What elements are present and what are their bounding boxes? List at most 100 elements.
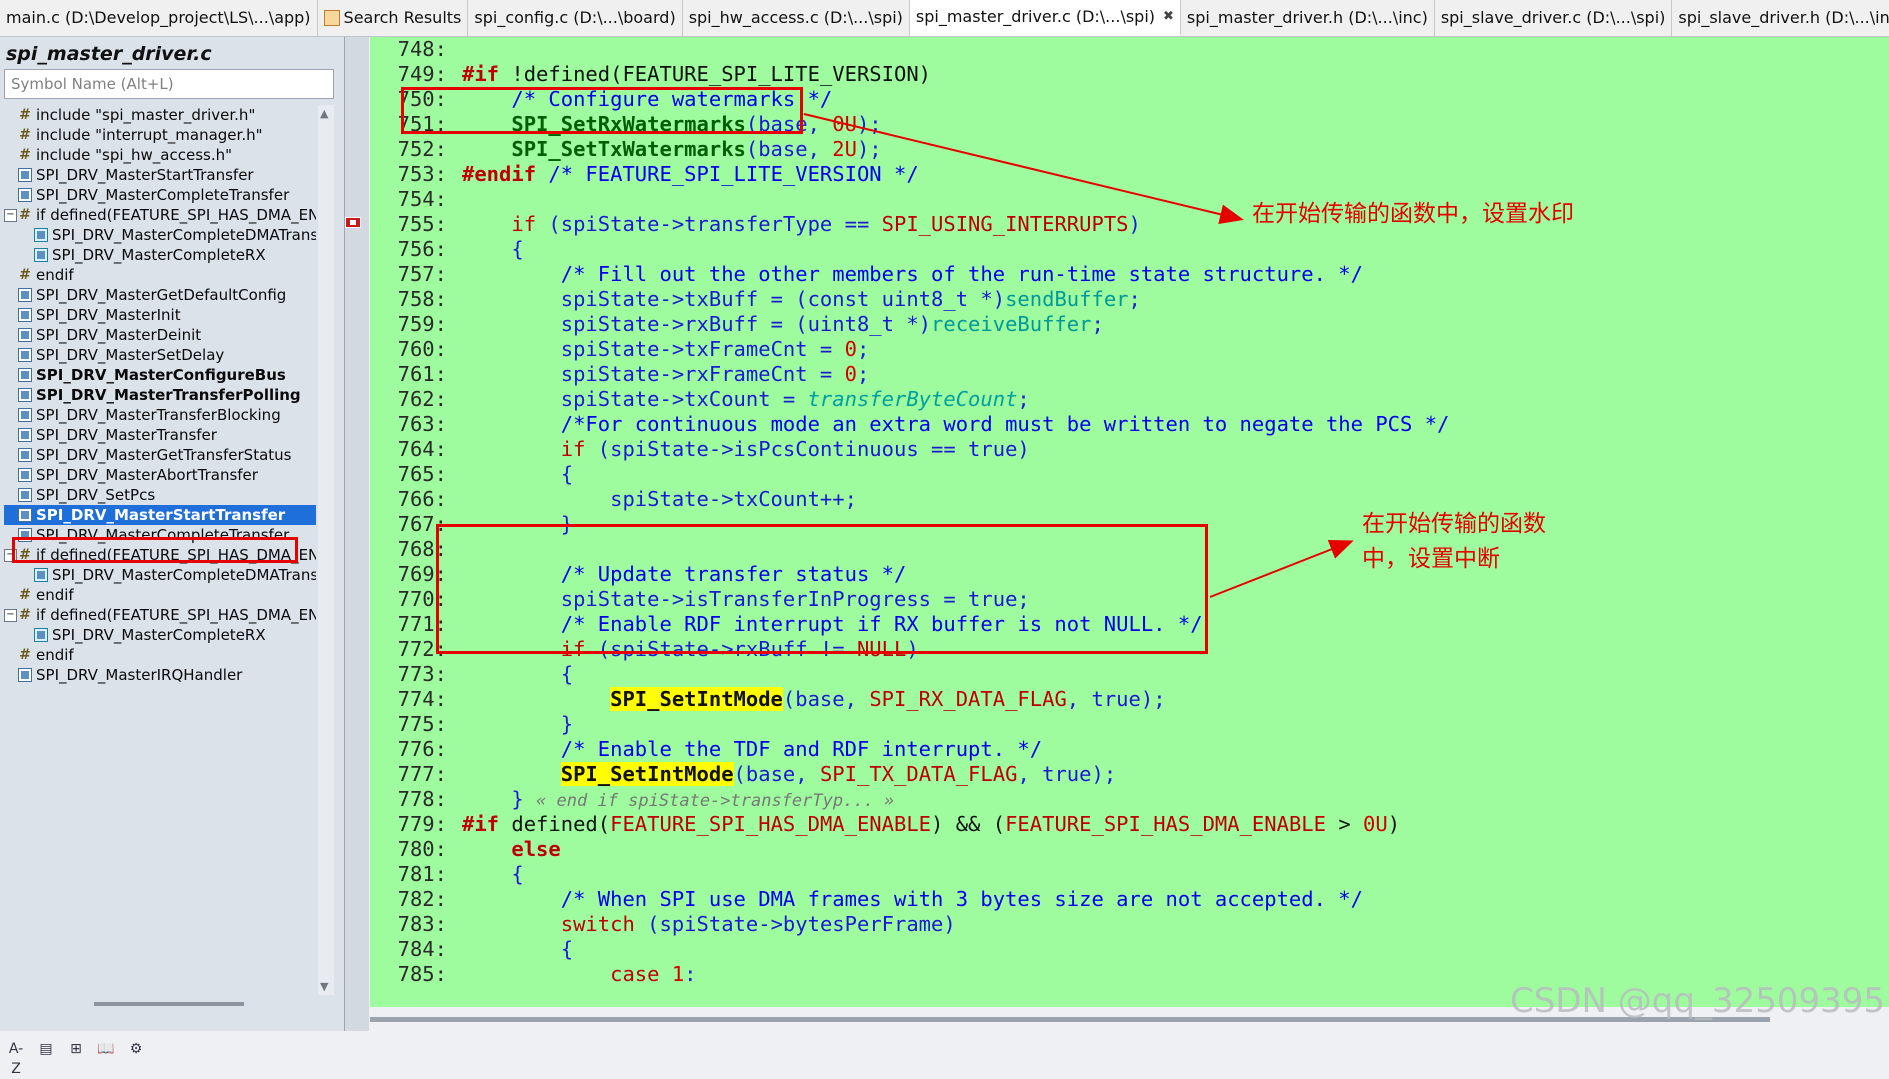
symbol-item[interactable]: # include "spi_hw_access.h" (4, 145, 316, 165)
book-icon[interactable]: 📖 (96, 1039, 116, 1059)
tab-label: spi_slave_driver.c (D:\...\spi) (1440, 8, 1666, 27)
tab-label: spi_config.c (D:\...\board) (474, 8, 676, 27)
function-icon (34, 248, 48, 262)
tab-5[interactable]: spi_master_driver.h (D:\...\inc) (1181, 0, 1435, 36)
symbol-search-input[interactable] (4, 69, 334, 99)
symbol-label: SPI_DRV_MasterGetDefaultConfig (36, 286, 287, 304)
symbol-label: SPI_DRV_MasterStartTransfer (36, 166, 254, 184)
scroll-down-arrow-icon[interactable]: ▼ (320, 980, 328, 993)
symbol-item[interactable]: SPI_DRV_MasterStartTransfer (4, 505, 316, 525)
symbol-item[interactable]: SPI_DRV_SetPcs (4, 485, 316, 505)
symbol-panel-file-title: spi_master_driver.c (6, 43, 212, 65)
editor-gutter[interactable] (345, 37, 369, 1031)
symbol-list-scrollbar[interactable]: ▲ ▼ (318, 105, 334, 995)
symbol-item[interactable]: SPI_DRV_MasterCompleteDMATransfer (4, 565, 316, 585)
symbol-label: SPI_DRV_MasterSetDelay (36, 346, 225, 364)
symbol-item[interactable]: # endif (4, 585, 316, 605)
gear-icon[interactable]: ⚙ (126, 1039, 146, 1059)
collapse-toggle-icon[interactable]: − (4, 209, 17, 222)
symbol-item[interactable]: SPI_DRV_MasterCompleteRX (4, 625, 316, 645)
symbol-label: endif (36, 266, 74, 284)
symbol-item[interactable]: # endif (4, 645, 316, 665)
bookmark-marker-icon[interactable] (345, 217, 361, 228)
symbol-label: include "spi_hw_access.h" (36, 146, 233, 164)
preprocessor-icon: # (19, 127, 31, 143)
tab-label: spi_master_driver.c (D:\...\spi) (915, 7, 1156, 26)
symbol-item[interactable]: SPI_DRV_MasterTransferPolling (4, 385, 316, 405)
scroll-up-arrow-icon[interactable]: ▲ (320, 107, 328, 120)
symbol-item[interactable]: SPI_DRV_MasterCompleteRX (4, 245, 316, 265)
tab-6[interactable]: spi_slave_driver.c (D:\...\spi) (1435, 0, 1673, 36)
category-view-icon[interactable]: ⊞ (66, 1039, 86, 1059)
function-icon (34, 568, 48, 582)
symbol-item[interactable]: # endif (4, 265, 316, 285)
symbol-label: SPI_DRV_MasterInit (36, 306, 181, 324)
symbol-item[interactable]: SPI_DRV_MasterInit (4, 305, 316, 325)
symbol-item[interactable]: SPI_DRV_MasterGetDefaultConfig (4, 285, 316, 305)
symbol-label: SPI_DRV_MasterCompleteRX (52, 246, 266, 264)
tab-0[interactable]: main.c (D:\Develop_project\LS\...\app) (0, 0, 318, 36)
tab-3[interactable]: spi_hw_access.c (D:\...\spi) (683, 0, 910, 36)
annotation-arrows (803, 113, 1354, 598)
symbol-label: SPI_DRV_MasterCompleteDMATransfer (52, 566, 316, 584)
symbol-label: if defined(FEATURE_SPI_HAS_DMA_EN (36, 606, 316, 624)
function-icon (18, 428, 32, 442)
close-tab-icon[interactable]: ✖ (1163, 0, 1174, 35)
list-view-icon[interactable]: ▤ (36, 1039, 56, 1059)
search-results-icon (323, 10, 340, 26)
function-icon (34, 228, 48, 242)
function-icon (18, 188, 32, 202)
symbol-item[interactable]: # include "interrupt_manager.h" (4, 125, 316, 145)
preprocessor-icon: # (19, 107, 31, 123)
preprocessor-icon: # (19, 267, 31, 283)
csdn-watermark: CSDN @qq_32509395 (1510, 981, 1885, 1021)
tab-label: spi_slave_driver.h (D:\...\inc) (1678, 8, 1889, 27)
tab-label: main.c (D:\Develop_project\LS\...\app) (6, 8, 311, 27)
symbol-panel-toolbar: A-Z ▤ ⊞ 📖 ⚙ (6, 1037, 146, 1077)
code-editor[interactable]: 748: 749: #if !defined(FEATURE_SPI_LITE_VE… (370, 37, 1889, 1007)
symbol-label: SPI_DRV_MasterCompleteTransfer (36, 186, 290, 204)
tab-label: Search Results (343, 8, 462, 27)
function-icon (18, 288, 32, 302)
symbol-list-hscrollbar[interactable] (4, 997, 318, 1011)
symbol-item[interactable]: − # if defined(FEATURE_SPI_HAS_DMA_EN (4, 205, 316, 225)
preprocessor-icon: # (19, 607, 31, 623)
tab-7[interactable]: spi_slave_driver.h (D:\...\inc) (1672, 0, 1889, 36)
interrupt-annotation-line1: 在开始传输的函数 (1362, 511, 1546, 537)
tab-1[interactable]: Search Results (318, 0, 469, 36)
tab-label: spi_hw_access.c (D:\...\spi) (688, 8, 903, 27)
symbol-item[interactable]: SPI_DRV_MasterAbortTransfer (4, 465, 316, 485)
sort-az-icon[interactable]: A-Z (6, 1039, 26, 1077)
interrupt-arrow (1209, 540, 1354, 598)
symbol-item[interactable]: SPI_DRV_MasterCompleteTransfer (4, 185, 316, 205)
symbol-item[interactable]: # include "spi_master_driver.h" (4, 105, 316, 125)
function-icon (18, 168, 32, 182)
symbol-item[interactable]: SPI_DRV_MasterDeinit (4, 325, 316, 345)
preprocessor-icon: # (19, 587, 31, 603)
symbol-label: SPI_DRV_MasterTransferBlocking (36, 406, 281, 424)
preprocessor-icon: # (19, 147, 31, 163)
watermark-arrow (803, 113, 1244, 225)
symbol-item[interactable]: SPI_DRV_MasterTransferBlocking (4, 405, 316, 425)
function-icon (18, 408, 32, 422)
tab-4[interactable]: spi_master_driver.c (D:\...\spi) ✖ (909, 0, 1181, 36)
symbol-item[interactable]: − # if defined(FEATURE_SPI_HAS_DMA_EN (4, 605, 316, 625)
watermark-annotation: 在开始传输的函数中，设置水印 (1252, 201, 1574, 227)
symbol-item[interactable]: SPI_DRV_MasterGetTransferStatus (4, 445, 316, 465)
symbol-item[interactable]: SPI_DRV_MasterCompleteDMATransfer (4, 225, 316, 245)
symbol-item[interactable]: SPI_DRV_MasterTransfer (4, 425, 316, 445)
function-icon (18, 468, 32, 482)
symbol-label: SPI_DRV_MasterAbortTransfer (36, 466, 258, 484)
symbol-item[interactable]: SPI_DRV_MasterStartTransfer (4, 165, 316, 185)
symbol-label: SPI_DRV_MasterIRQHandler (36, 666, 243, 684)
symbol-label: include "spi_master_driver.h" (36, 106, 256, 124)
function-icon (18, 668, 32, 682)
symbol-item[interactable]: SPI_DRV_MasterConfigureBus (4, 365, 316, 385)
collapse-toggle-icon[interactable]: − (4, 609, 17, 622)
symbol-item[interactable]: SPI_DRV_MasterSetDelay (4, 345, 316, 365)
tab-2[interactable]: spi_config.c (D:\...\board) (468, 0, 683, 36)
symbol-panel: spi_master_driver.c # include "spi_master… (0, 37, 345, 1077)
symbol-item[interactable]: SPI_DRV_MasterIRQHandler (4, 665, 316, 685)
tab-label: spi_master_driver.h (D:\...\inc) (1186, 8, 1428, 27)
editor-tab-bar: main.c (D:\Develop_project\LS\...\app) Se… (0, 0, 1889, 37)
